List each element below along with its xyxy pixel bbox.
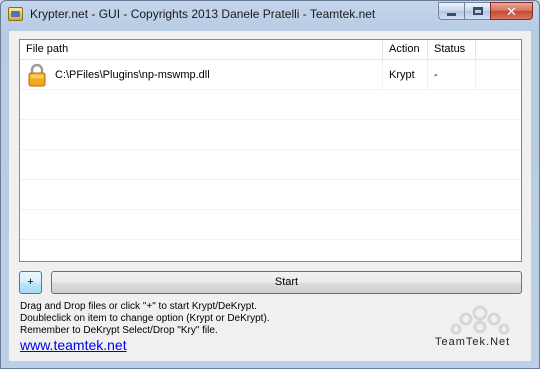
app-icon: [8, 7, 23, 21]
minimize-icon: [447, 12, 456, 16]
column-header-status[interactable]: Status: [428, 40, 476, 60]
close-button[interactable]: ✕: [490, 2, 533, 20]
app-window: Krypter.net - GUI - Copyrights 2013 Dane…: [0, 0, 540, 369]
table-row[interactable]: C:\PFiles\Plugins\np-mswmp.dll Krypt -: [20, 60, 521, 90]
cell-action: Krypt: [383, 60, 428, 90]
lock-icon: [28, 63, 46, 87]
file-path-text: C:\PFiles\Plugins\np-mswmp.dll: [55, 69, 210, 81]
website-link[interactable]: www.teamtek.net: [20, 337, 127, 353]
column-header-action[interactable]: Action: [383, 40, 428, 60]
caption-buttons: ✕: [438, 2, 533, 20]
column-header-file-path[interactable]: File path: [20, 40, 383, 60]
file-list[interactable]: File path Action Status C:\PFiles\Plugin…: [19, 39, 522, 262]
empty-row: [20, 150, 521, 180]
add-file-button[interactable]: +: [19, 271, 42, 294]
minimize-button[interactable]: [438, 2, 464, 20]
maximize-icon: [472, 7, 483, 15]
cell-filler: [476, 60, 521, 90]
help-line-2: Doubleclick on item to change option (Kr…: [20, 313, 270, 324]
client-area: File path Action Status C:\PFiles\Plugin…: [9, 31, 531, 361]
title-bar[interactable]: Krypter.net - GUI - Copyrights 2013 Dane…: [1, 1, 539, 27]
empty-row: [20, 120, 521, 150]
cell-file-path: C:\PFiles\Plugins\np-mswmp.dll: [20, 60, 383, 90]
window-title: Krypter.net - GUI - Copyrights 2013 Dane…: [30, 7, 376, 21]
help-line-3: Remember to DeKrypt Select/Drop "Kry" fi…: [20, 325, 218, 336]
empty-row: [20, 210, 521, 240]
list-header: File path Action Status: [20, 40, 521, 60]
column-header-filler: [476, 40, 521, 60]
maximize-button[interactable]: [464, 2, 490, 20]
empty-row: [20, 90, 521, 120]
help-text: Drag and Drop files or click "+" to star…: [20, 301, 270, 337]
start-button[interactable]: Start: [51, 271, 522, 294]
close-icon: ✕: [506, 3, 517, 19]
help-line-1: Drag and Drop files or click "+" to star…: [20, 301, 257, 312]
empty-row: [20, 180, 521, 210]
logo-text: TeamTek.Net: [435, 336, 511, 348]
cell-status: -: [428, 60, 476, 90]
